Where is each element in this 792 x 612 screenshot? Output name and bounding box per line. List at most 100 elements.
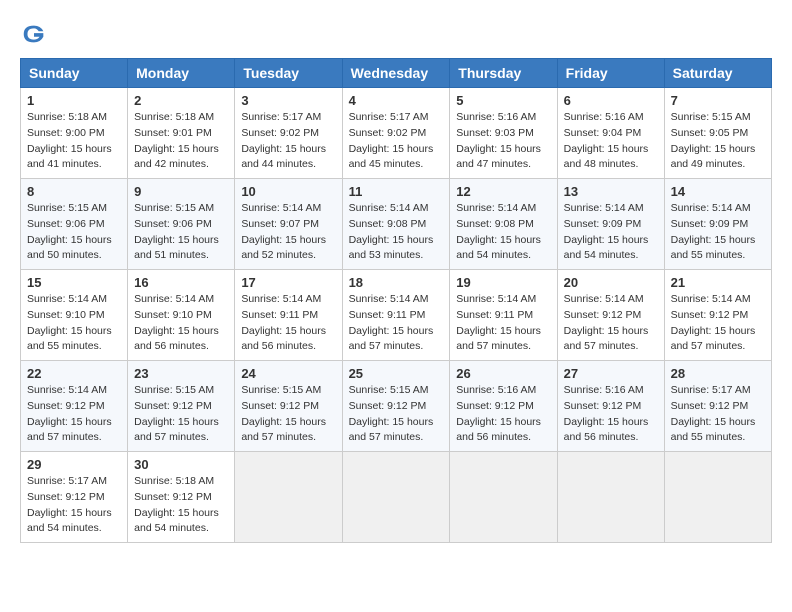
calendar-cell: 22Sunrise: 5:14 AMSunset: 9:12 PMDayligh… bbox=[21, 361, 128, 452]
day-number: 4 bbox=[349, 93, 444, 108]
day-number: 3 bbox=[241, 93, 335, 108]
page-header bbox=[20, 20, 772, 48]
day-number: 14 bbox=[671, 184, 765, 199]
calendar-table: SundayMondayTuesdayWednesdayThursdayFrid… bbox=[20, 58, 772, 543]
daylight-text: Daylight: 15 hours and 56 minutes. bbox=[241, 325, 326, 353]
calendar-cell: 13Sunrise: 5:14 AMSunset: 9:09 PMDayligh… bbox=[557, 179, 664, 270]
day-info: Sunrise: 5:16 AMSunset: 9:12 PMDaylight:… bbox=[456, 383, 550, 446]
sunrise-text: Sunrise: 5:14 AM bbox=[134, 293, 214, 305]
day-number: 21 bbox=[671, 275, 765, 290]
calendar-cell: 20Sunrise: 5:14 AMSunset: 9:12 PMDayligh… bbox=[557, 270, 664, 361]
day-number: 12 bbox=[456, 184, 550, 199]
calendar-cell bbox=[557, 452, 664, 543]
sunrise-text: Sunrise: 5:14 AM bbox=[456, 202, 536, 214]
day-info: Sunrise: 5:14 AMSunset: 9:12 PMDaylight:… bbox=[564, 292, 658, 355]
day-info: Sunrise: 5:16 AMSunset: 9:04 PMDaylight:… bbox=[564, 110, 658, 173]
day-info: Sunrise: 5:14 AM Sunset: 9:10 PM Daylight:… bbox=[27, 292, 121, 355]
daylight-text: Daylight: 15 hours and 54 minutes. bbox=[564, 234, 649, 262]
sunrise-text: Sunrise: 5:16 AM bbox=[564, 384, 644, 396]
weekday-header-thursday: Thursday bbox=[450, 59, 557, 88]
daylight-text: Daylight: 15 hours and 57 minutes. bbox=[134, 416, 219, 444]
sunset-text: Sunset: 9:02 PM bbox=[241, 127, 319, 139]
sunrise-text: Sunrise: 5:15 AM bbox=[134, 384, 214, 396]
daylight-text: Daylight: 15 hours and 53 minutes. bbox=[349, 234, 434, 262]
calendar-body: 1Sunrise: 5:18 AMSunset: 9:00 PMDaylight… bbox=[21, 88, 772, 543]
daylight-text: Daylight: 15 hours and 54 minutes. bbox=[134, 507, 219, 535]
daylight-text: Daylight: 15 hours and 55 minutes. bbox=[27, 325, 112, 353]
calendar-cell: 17Sunrise: 5:14 AMSunset: 9:11 PMDayligh… bbox=[235, 270, 342, 361]
daylight-text: Daylight: 15 hours and 55 minutes. bbox=[671, 416, 756, 444]
daylight-text: Daylight: 15 hours and 49 minutes. bbox=[671, 143, 756, 171]
calendar-cell: 14 Sunrise: 5:14 AM Sunset: 9:09 PM Dayligh… bbox=[664, 179, 771, 270]
sunset-text: Sunset: 9:07 PM bbox=[241, 218, 319, 230]
sunrise-text: Sunrise: 5:14 AM bbox=[671, 202, 751, 214]
day-number: 29 bbox=[27, 457, 121, 472]
day-info: Sunrise: 5:16 AMSunset: 9:12 PMDaylight:… bbox=[564, 383, 658, 446]
sunrise-text: Sunrise: 5:14 AM bbox=[241, 202, 321, 214]
calendar-cell: 6Sunrise: 5:16 AMSunset: 9:04 PMDaylight… bbox=[557, 88, 664, 179]
weekday-header-saturday: Saturday bbox=[664, 59, 771, 88]
sunset-text: Sunset: 9:12 PM bbox=[241, 400, 319, 412]
day-number: 23 bbox=[134, 366, 228, 381]
day-number: 25 bbox=[349, 366, 444, 381]
daylight-text: Daylight: 15 hours and 57 minutes. bbox=[241, 416, 326, 444]
sunset-text: Sunset: 9:12 PM bbox=[349, 400, 427, 412]
sunrise-text: Sunrise: 5:14 AM bbox=[27, 293, 107, 305]
day-number: 15 bbox=[27, 275, 121, 290]
sunset-text: Sunset: 9:09 PM bbox=[671, 218, 749, 230]
weekday-header-sunday: Sunday bbox=[21, 59, 128, 88]
sunrise-text: Sunrise: 5:16 AM bbox=[564, 111, 644, 123]
sunrise-text: Sunrise: 5:14 AM bbox=[349, 293, 429, 305]
sunset-text: Sunset: 9:10 PM bbox=[27, 309, 105, 321]
day-info: Sunrise: 5:14 AMSunset: 9:10 PMDaylight:… bbox=[134, 292, 228, 355]
calendar-week-5: 29 Sunrise: 5:17 AMSunset: 9:12 PMDayligh… bbox=[21, 452, 772, 543]
calendar-cell: 4Sunrise: 5:17 AMSunset: 9:02 PMDaylight… bbox=[342, 88, 450, 179]
calendar-cell: 7Sunrise: 5:15 AMSunset: 9:05 PMDaylight… bbox=[664, 88, 771, 179]
logo-icon bbox=[20, 20, 48, 48]
sunrise-text: Sunrise: 5:16 AM bbox=[456, 111, 536, 123]
day-info: Sunrise: 5:15 AMSunset: 9:12 PMDaylight:… bbox=[134, 383, 228, 446]
calendar-header-row: SundayMondayTuesdayWednesdayThursdayFrid… bbox=[21, 59, 772, 88]
day-info: Sunrise: 5:14 AMSunset: 9:11 PMDaylight:… bbox=[349, 292, 444, 355]
day-number: 7 bbox=[671, 93, 765, 108]
sunrise-text: Sunrise: 5:15 AM bbox=[349, 384, 429, 396]
daylight-text: Daylight: 15 hours and 42 minutes. bbox=[134, 143, 219, 171]
sunset-text: Sunset: 9:12 PM bbox=[456, 400, 534, 412]
weekday-header-tuesday: Tuesday bbox=[235, 59, 342, 88]
daylight-text: Daylight: 15 hours and 52 minutes. bbox=[241, 234, 326, 262]
daylight-text: Daylight: 15 hours and 57 minutes. bbox=[564, 325, 649, 353]
day-number: 6 bbox=[564, 93, 658, 108]
daylight-text: Daylight: 15 hours and 51 minutes. bbox=[134, 234, 219, 262]
sunset-text: Sunset: 9:03 PM bbox=[456, 127, 534, 139]
calendar-cell: 25Sunrise: 5:15 AMSunset: 9:12 PMDayligh… bbox=[342, 361, 450, 452]
sunrise-text: Sunrise: 5:17 AM bbox=[349, 111, 429, 123]
sunrise-text: Sunrise: 5:18 AM bbox=[27, 111, 107, 123]
daylight-text: Daylight: 15 hours and 57 minutes. bbox=[27, 416, 112, 444]
calendar-week-2: 8Sunrise: 5:15 AMSunset: 9:06 PMDaylight… bbox=[21, 179, 772, 270]
day-info: Sunrise: 5:17 AMSunset: 9:12 PMDaylight:… bbox=[27, 474, 121, 537]
daylight-text: Daylight: 15 hours and 55 minutes. bbox=[671, 234, 756, 262]
sunset-text: Sunset: 9:10 PM bbox=[134, 309, 212, 321]
sunset-text: Sunset: 9:06 PM bbox=[134, 218, 212, 230]
weekday-header-wednesday: Wednesday bbox=[342, 59, 450, 88]
day-info: Sunrise: 5:18 AM Sunset: 9:01 PM Daylight:… bbox=[134, 110, 228, 173]
sunrise-text: Sunrise: 5:17 AM bbox=[27, 475, 107, 487]
calendar-cell: 21Sunrise: 5:14 AMSunset: 9:12 PMDayligh… bbox=[664, 270, 771, 361]
calendar-cell: 19Sunrise: 5:14 AMSunset: 9:11 PMDayligh… bbox=[450, 270, 557, 361]
calendar-week-1: 1Sunrise: 5:18 AMSunset: 9:00 PMDaylight… bbox=[21, 88, 772, 179]
sunset-text: Sunset: 9:01 PM bbox=[134, 127, 212, 139]
day-number: 17 bbox=[241, 275, 335, 290]
calendar-cell bbox=[664, 452, 771, 543]
sunrise-text: Sunrise: 5:15 AM bbox=[241, 384, 321, 396]
sunset-text: Sunset: 9:02 PM bbox=[349, 127, 427, 139]
sunset-text: Sunset: 9:12 PM bbox=[671, 309, 749, 321]
sunrise-text: Sunrise: 5:14 AM bbox=[27, 384, 107, 396]
sunrise-text: Sunrise: 5:15 AM bbox=[671, 111, 751, 123]
day-number: 5 bbox=[456, 93, 550, 108]
logo bbox=[20, 20, 52, 48]
daylight-text: Daylight: 15 hours and 47 minutes. bbox=[456, 143, 541, 171]
day-number: 22 bbox=[27, 366, 121, 381]
sunset-text: Sunset: 9:04 PM bbox=[564, 127, 642, 139]
sunrise-text: Sunrise: 5:14 AM bbox=[564, 202, 644, 214]
sunrise-text: Sunrise: 5:18 AM bbox=[134, 111, 214, 123]
